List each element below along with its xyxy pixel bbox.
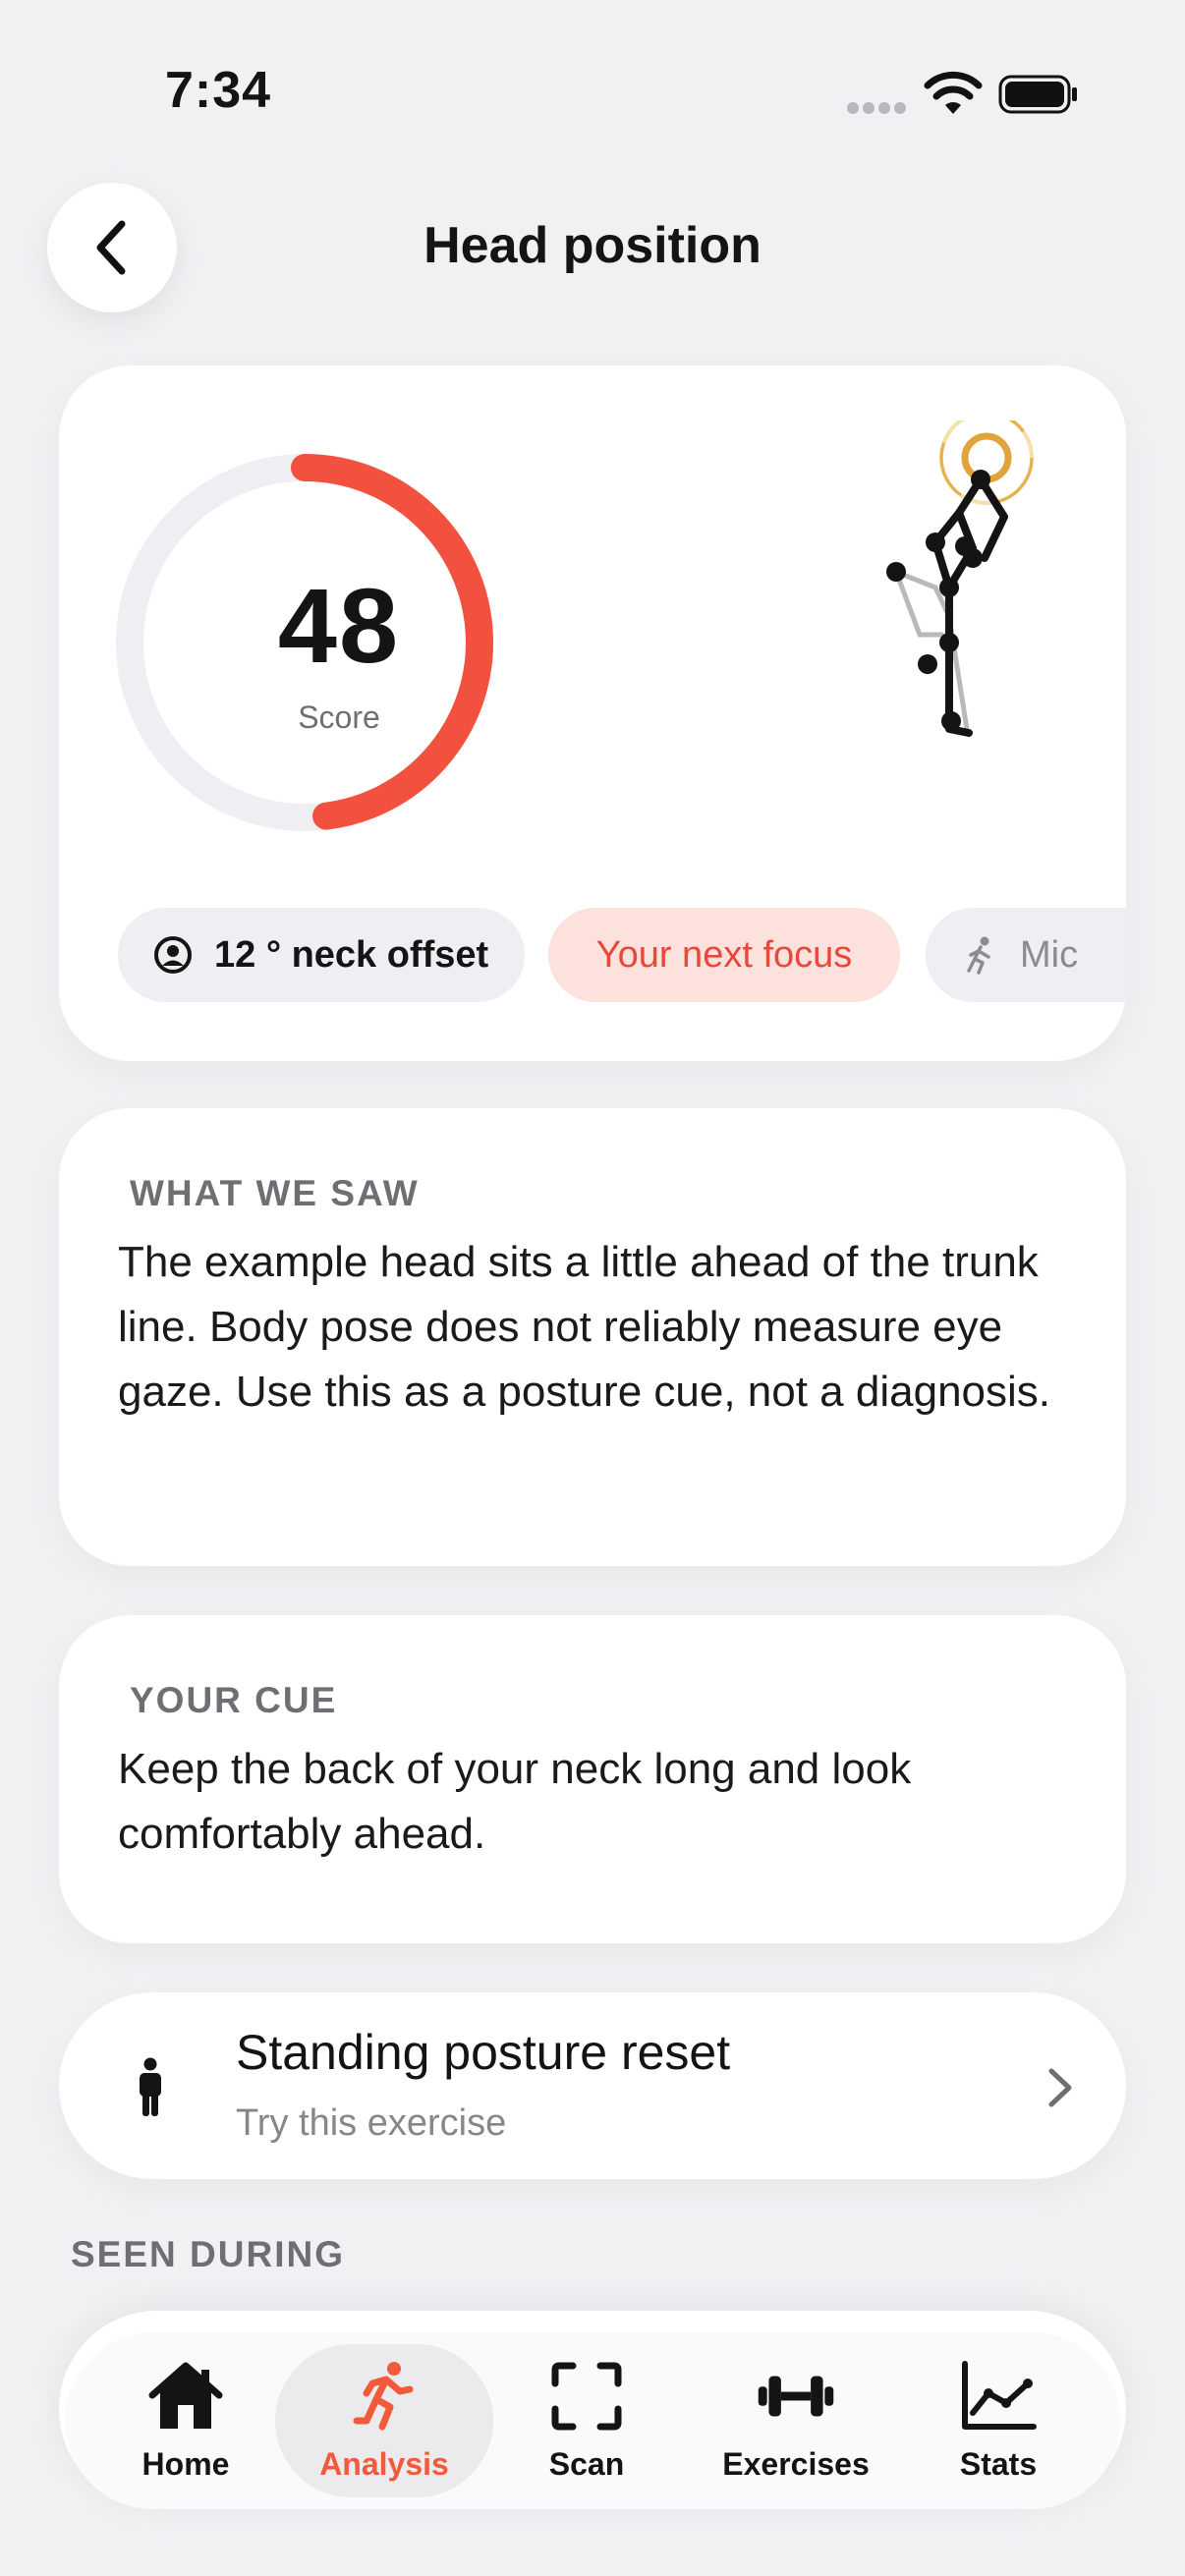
neck-offset-chip[interactable]: 12 ° neck offset	[118, 908, 525, 1002]
standing-person-icon	[140, 2057, 161, 2116]
signal-icon	[847, 102, 908, 116]
score-chips: 12 ° neck offset Your next focus Mic	[118, 908, 1126, 1002]
status-time: 7:34	[165, 62, 272, 119]
running-icon	[353, 2361, 414, 2430]
score-card: 48 Score 12 ° neck offset Your next focu…	[59, 365, 1126, 1061]
pose-skeleton-figure	[886, 420, 1034, 737]
wifi-icon	[924, 71, 983, 114]
tab-bar: Home Analysis Scan Exercises Stats	[65, 2332, 1120, 2509]
activity-chip[interactable]: Mic	[926, 908, 1126, 1002]
scan-frame-icon	[551, 2362, 622, 2430]
tab-home-label: Home	[141, 2445, 230, 2482]
next-focus-text: Your next focus	[595, 933, 853, 976]
battery-icon	[998, 75, 1077, 114]
your-cue-text: Keep the back of your neck long and look…	[118, 1745, 912, 1858]
tab-scan-label: Scan	[548, 2445, 625, 2482]
seen-during-label: SEEN DURING	[71, 2234, 345, 2274]
what-we-saw-text: The example head sits a little ahead of …	[118, 1238, 1051, 1416]
status-bar: 7:34	[0, 0, 1185, 187]
what-we-saw-card: WHAT WE SAW The example head sits a litt…	[59, 1108, 1126, 1566]
exercise-row[interactable]: Standing posture reset Try this exercise	[59, 1992, 1126, 2179]
tab-exercises[interactable]: Exercises	[707, 2332, 884, 2509]
your-cue-label: YOUR CUE	[130, 1680, 338, 1720]
page-title: Head position	[423, 217, 762, 274]
what-we-saw-label: WHAT WE SAW	[130, 1173, 420, 1213]
tab-scan[interactable]: Scan	[523, 2332, 650, 2509]
tab-exercises-label: Exercises	[722, 2445, 870, 2482]
dumbbell-icon	[758, 2376, 834, 2416]
tab-stats[interactable]: Stats	[930, 2332, 1067, 2509]
tab-analysis-label: Analysis	[319, 2445, 449, 2482]
exercise-subtitle: Try this exercise	[236, 2102, 507, 2144]
activity-text: Mic	[1020, 933, 1079, 976]
house-icon	[148, 2362, 223, 2429]
score-value: 48	[277, 566, 401, 685]
person-circle-icon	[154, 936, 192, 974]
tab-analysis[interactable]: Analysis	[275, 2332, 493, 2509]
neck-offset-text: 12 ° neck offset	[214, 933, 489, 976]
chevron-right-icon	[1048, 2068, 1072, 2107]
tab-stats-label: Stats	[959, 2445, 1038, 2482]
line-chart-icon	[962, 2360, 1037, 2430]
score-label: Score	[298, 700, 380, 735]
next-focus-chip[interactable]: Your next focus	[548, 908, 900, 1002]
your-cue-card: YOUR CUE Keep the back of your neck long…	[59, 1615, 1126, 1943]
exercise-title: Standing posture reset	[236, 2025, 731, 2080]
tab-home[interactable]: Home	[116, 2332, 255, 2509]
walking-icon	[967, 936, 990, 975]
